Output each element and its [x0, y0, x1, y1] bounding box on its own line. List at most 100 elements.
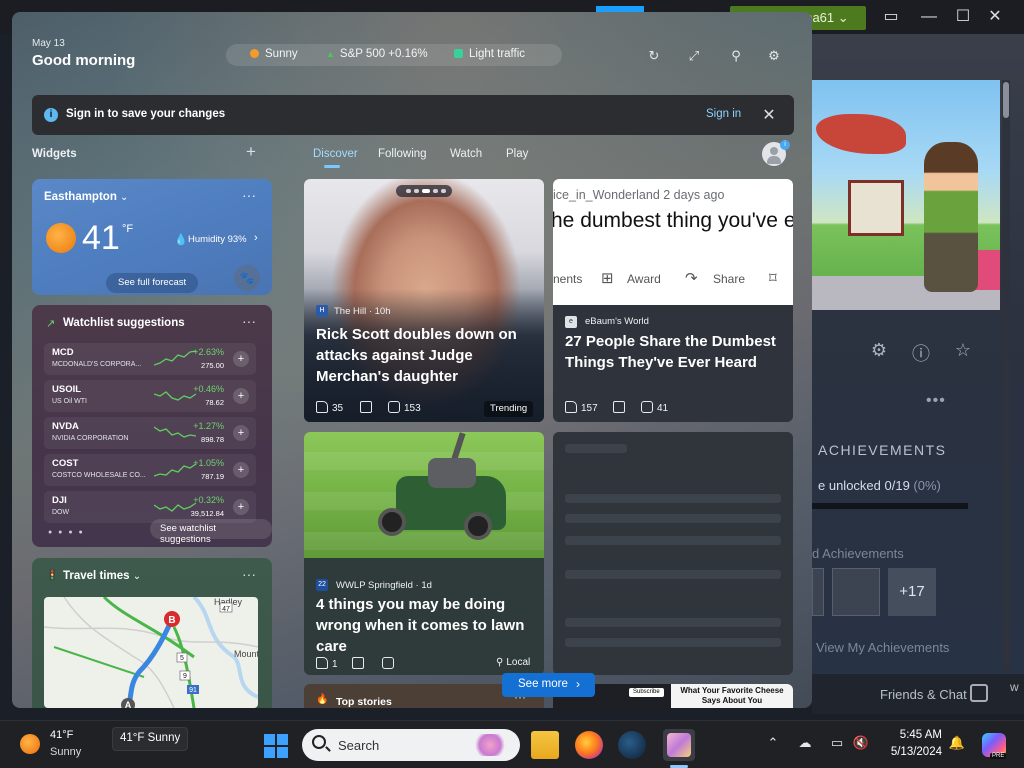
game-app-icon[interactable]	[663, 729, 695, 761]
add-to-watchlist-icon[interactable]: +	[233, 462, 249, 478]
thumbs-down-icon	[360, 401, 372, 413]
close-icon[interactable]: ✕	[984, 6, 1006, 28]
chevron-up-icon[interactable]: ⌃	[764, 735, 782, 751]
achievement-badge[interactable]	[812, 568, 824, 616]
pill-market[interactable]: ▲ S&P 500 +0.16%	[326, 48, 428, 60]
traffic-map[interactable]: B A Hadley Mount 47 5 9 91	[44, 597, 258, 708]
add-to-watchlist-icon[interactable]: +	[233, 425, 249, 441]
volume-mute-icon[interactable]: 🔇	[852, 735, 870, 751]
expand-icon[interactable]: ⤢	[685, 47, 703, 65]
taskbar-temperature[interactable]: 41°F	[50, 729, 73, 741]
taskbar-search[interactable]: Search	[302, 729, 520, 761]
news-headline[interactable]: 27 People Share the Dumbest Things They'…	[565, 331, 787, 373]
watchlist-row[interactable]: NVDA NVIDIA CORPORATION +1.27% 898.78 +	[44, 417, 256, 449]
scrollbar-thumb[interactable]	[1003, 82, 1009, 118]
full-forecast-button[interactable]: See full forecast	[106, 273, 199, 293]
weather-widget[interactable]: Easthampton ⌄ ··· 41 °F 💧 Humidity 93% ›…	[32, 179, 272, 295]
mower-wheel	[464, 512, 492, 540]
chevron-right-icon[interactable]: ›	[254, 232, 258, 244]
news-headline[interactable]: Rick Scott doubles down on attacks again…	[316, 324, 534, 387]
minimize-icon[interactable]: —	[918, 6, 940, 28]
signin-link[interactable]: Sign in	[706, 108, 741, 120]
sparkline-chart	[154, 463, 196, 477]
info-icon[interactable]: ⓘ	[910, 340, 932, 364]
pill-weather[interactable]: Sunny	[250, 48, 298, 60]
news-card-lawn-care[interactable]: 22 WWLP Springfield · 1d 4 things you ma…	[304, 432, 544, 675]
like-button[interactable]: 1	[316, 657, 338, 670]
maximize-icon[interactable]: ☐	[952, 6, 974, 28]
news-card-rick-scott[interactable]: H The Hill · 10h Rick Scott doubles down…	[304, 179, 544, 422]
clock-date[interactable]: 5/13/2024	[878, 746, 942, 758]
achievement-badge[interactable]	[832, 568, 880, 616]
humidity-value[interactable]: Humidity 93%	[188, 234, 247, 245]
comment-button[interactable]	[382, 657, 398, 670]
travel-title[interactable]: Travel times ⌄	[63, 570, 141, 582]
tab-watch[interactable]: Watch	[450, 148, 482, 160]
add-to-watchlist-icon[interactable]: +	[233, 351, 249, 367]
news-headline[interactable]: 4 things you may be doing wrong when it …	[316, 594, 540, 657]
news-card-ebaum[interactable]: ice_in_Wonderland 2 days ago he dumbest …	[553, 179, 793, 422]
friends-icon	[970, 684, 988, 702]
route-shield-5: 5	[180, 655, 184, 662]
carousel-dot	[441, 189, 446, 193]
cat-icon[interactable]: 🐾	[234, 265, 260, 291]
more-achievements-count[interactable]: +17	[888, 568, 936, 616]
steam-icon[interactable]	[618, 731, 646, 759]
pill-traffic[interactable]: Light traffic	[454, 48, 525, 60]
tab-play[interactable]: Play	[506, 148, 528, 160]
top-stories-title: Top stories	[336, 696, 392, 708]
comment-button[interactable]: 41	[641, 401, 668, 414]
comment-button[interactable]: 153	[388, 401, 421, 414]
info-pill[interactable]: Sunny ▲ S&P 500 +0.16% Light traffic	[226, 44, 562, 66]
cloud-offline-icon[interactable]: ☁	[796, 735, 814, 751]
taskbar: 41°F Sunny 41°F Sunny Search ⌃ ☁ ▭ 🔇 5:4…	[0, 720, 1024, 768]
wwlp-logo: 22	[316, 579, 328, 591]
firefox-icon[interactable]	[575, 731, 603, 759]
more-icon[interactable]: ···	[242, 566, 256, 582]
add-widget-icon[interactable]: +	[246, 142, 256, 162]
mower-wheel	[378, 508, 406, 536]
refresh-icon[interactable]: ↻	[645, 47, 663, 65]
stock-name: DOW	[52, 509, 70, 516]
like-button[interactable]: 35	[316, 401, 343, 414]
dislike-button[interactable]	[360, 401, 376, 414]
screenshot-text: he dumbest thing you've e	[553, 209, 793, 232]
scrollbar[interactable]	[1002, 80, 1010, 670]
star-icon[interactable]: ☆	[952, 340, 974, 362]
like-button[interactable]: 157	[565, 401, 598, 414]
add-to-watchlist-icon[interactable]: +	[233, 388, 249, 404]
settings-icon[interactable]: ⚙	[765, 47, 783, 65]
tab-following[interactable]: Following	[378, 148, 427, 160]
see-watchlist-button[interactable]: See watchlist suggestions	[150, 519, 272, 545]
pin-b-label: B	[168, 615, 175, 626]
dislike-button[interactable]	[613, 401, 629, 414]
file-explorer-icon[interactable]	[531, 731, 559, 759]
pin-icon[interactable]: ⚲	[727, 47, 745, 65]
dislike-button[interactable]	[352, 657, 368, 670]
more-icon[interactable]: ···	[242, 313, 256, 329]
friends-chat-button[interactable]: Friends & Chat	[812, 674, 1024, 714]
unlocked-percent: (0%)	[913, 478, 941, 493]
big-picture-icon[interactable]: ▭	[880, 6, 902, 28]
more-icon[interactable]: ···	[242, 187, 256, 203]
carousel-dots[interactable]	[396, 185, 452, 197]
clock-time[interactable]: 5:45 AM	[888, 729, 942, 741]
view-achievements-link[interactable]: View My Achievements	[816, 640, 949, 655]
watchlist-row[interactable]: USOIL US Oil WTI +0.46% 78.62 +	[44, 380, 256, 412]
network-icon[interactable]: ▭	[828, 735, 846, 751]
taskbar-condition[interactable]: Sunny	[50, 746, 81, 758]
tab-discover[interactable]: Discover	[313, 148, 358, 160]
gear-icon[interactable]: ⚙	[868, 340, 890, 362]
close-icon[interactable]: ✕	[760, 105, 778, 125]
watchlist-row[interactable]: COST COSTCO WHOLESALE CO... +1.05% 787.19 +	[44, 454, 256, 486]
more-icon[interactable]: •••	[926, 392, 946, 410]
bell-icon[interactable]: 🔔	[948, 735, 966, 751]
traffic-route	[172, 626, 196, 708]
pagination-dots[interactable]: ● ● ● ●	[48, 529, 85, 536]
weather-location[interactable]: Easthampton ⌄	[44, 191, 128, 203]
sun-icon[interactable]	[20, 734, 40, 754]
add-to-watchlist-icon[interactable]: +	[233, 499, 249, 515]
watchlist-row[interactable]: MCD MCDONALD'S CORPORA... +2.63% 275.00 +	[44, 343, 256, 375]
see-more-button[interactable]: See more ›	[502, 673, 595, 697]
start-button[interactable]	[264, 734, 288, 758]
